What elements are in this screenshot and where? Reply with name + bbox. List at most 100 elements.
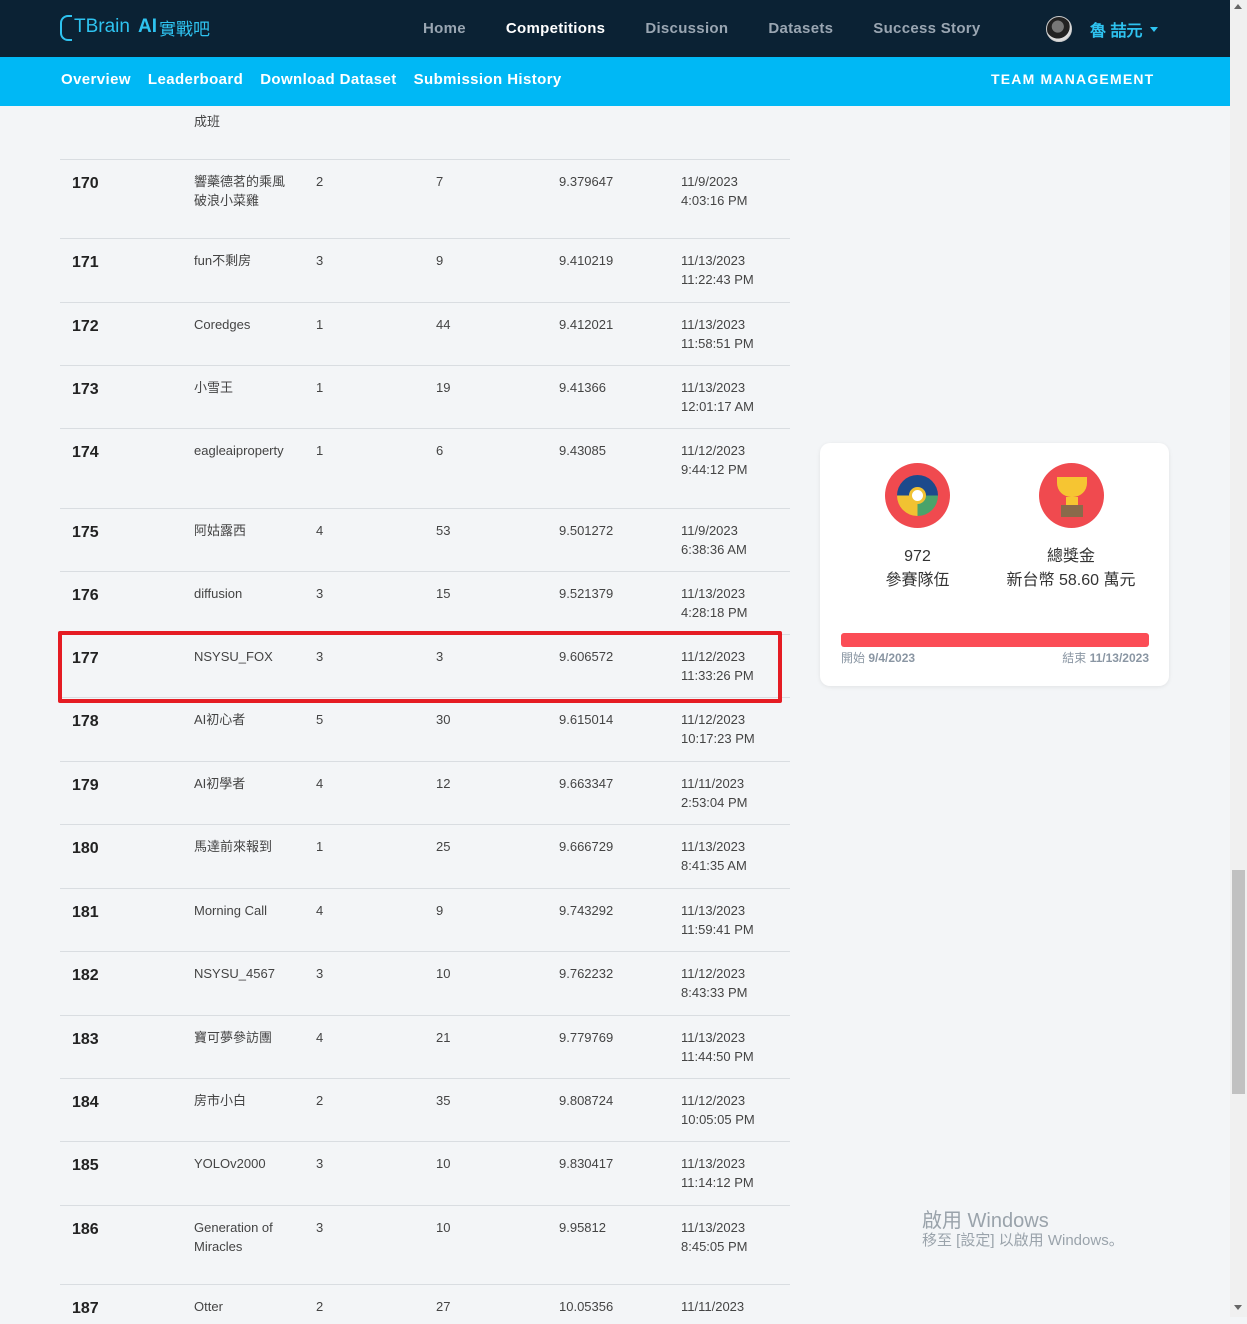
main-nav: Home Competitions Discussion Datasets Su… <box>423 0 1021 57</box>
tab-leaderboard[interactable]: Leaderboard <box>148 71 243 88</box>
score: 9.762232 <box>559 966 614 981</box>
table-row: 182 NSYSU_4567 3 10 9.762232 11/12/2023 … <box>60 951 790 1016</box>
trophy-icon <box>1039 463 1104 528</box>
member-count: 3 <box>316 649 324 664</box>
prize-stat: 總獎金 新台幣 58.60 萬元 <box>1006 545 1136 593</box>
submission-count: 27 <box>436 1299 451 1314</box>
rank: 181 <box>72 904 99 921</box>
submission-count: 6 <box>436 443 444 458</box>
member-count: 5 <box>316 712 324 727</box>
nav-competitions[interactable]: Competitions <box>506 20 605 37</box>
score: 9.501272 <box>559 523 614 538</box>
member-count: 1 <box>316 317 324 332</box>
table-row: 170 響藥德茗的乘風破浪小菜雞 2 7 9.379647 11/9/2023 … <box>60 159 790 239</box>
submission-count: 3 <box>436 649 444 664</box>
tab-download-dataset[interactable]: Download Dataset <box>260 71 396 88</box>
team-name: Otter <box>194 1299 223 1314</box>
logo-mark-icon <box>60 15 72 41</box>
start-date-value: 9/4/2023 <box>868 651 916 665</box>
table-row: 185 YOLOv2000 3 10 9.830417 11/13/2023 1… <box>60 1141 790 1206</box>
submission-count: 19 <box>436 380 451 395</box>
teams-stat: 972 參賽隊伍 <box>865 545 970 593</box>
submission-count: 15 <box>436 586 451 601</box>
tbrain-logo[interactable]: TBrain AI 實戰吧 <box>60 14 210 41</box>
score: 9.830417 <box>559 1156 614 1171</box>
user-name[interactable]: 魯 喆元 <box>1090 17 1142 41</box>
user-menu[interactable]: 魯 喆元 <box>1046 16 1159 42</box>
teams-count: 972 <box>904 548 931 565</box>
member-count: 1 <box>316 443 324 458</box>
member-count: 2 <box>316 1299 324 1314</box>
rank: 170 <box>72 175 99 192</box>
top-navbar: TBrain AI 實戰吧 Home Competitions Discussi… <box>0 0 1230 57</box>
submit-time: 11/13/2023 11:22:43 PM <box>681 253 754 287</box>
team-name: Coredges <box>194 317 251 332</box>
team-name: NSYSU_FOX <box>194 649 273 664</box>
member-count: 3 <box>316 1220 324 1235</box>
tab-overview[interactable]: Overview <box>61 71 131 88</box>
submit-time: 11/13/2023 4:28:18 PM <box>681 586 748 620</box>
member-count: 2 <box>316 174 324 189</box>
rank: 180 <box>72 840 99 857</box>
progress-bar <box>841 633 1149 647</box>
submit-time: 11/12/2023 11:33:26 PM <box>681 649 754 683</box>
team-name: eagleaiproperty <box>194 443 284 458</box>
submission-count: 7 <box>436 174 444 189</box>
scrollbar-thumb[interactable] <box>1232 870 1245 1094</box>
avatar[interactable] <box>1046 16 1072 42</box>
page-scrollbar[interactable] <box>1230 0 1247 1317</box>
nav-success-story[interactable]: Success Story <box>873 20 980 37</box>
submit-time: 11/13/2023 8:45:05 PM <box>681 1220 748 1254</box>
score: 9.615014 <box>559 712 614 727</box>
rank: 185 <box>72 1157 99 1174</box>
submit-time: 11/12/2023 10:17:23 PM <box>681 712 755 746</box>
table-row: 174 eagleaiproperty 1 6 9.43085 11/12/20… <box>60 428 790 509</box>
score: 9.41366 <box>559 380 606 395</box>
submit-time: 11/13/2023 11:44:50 PM <box>681 1030 754 1064</box>
table-row: 187 Otter 2 27 10.05356 11/11/2023 <box>60 1284 790 1324</box>
submit-time: 11/12/2023 9:44:12 PM <box>681 443 748 477</box>
submit-time: 11/13/2023 11:14:12 PM <box>681 1156 754 1190</box>
table-row: 181 Morning Call 4 9 9.743292 11/13/2023… <box>60 888 790 952</box>
nav-discussion[interactable]: Discussion <box>645 20 728 37</box>
team-name: 阿姑露西 <box>194 523 247 538</box>
team-management-link[interactable]: TEAM MANAGEMENT <box>991 71 1154 87</box>
member-count: 1 <box>316 380 324 395</box>
prize-value: 新台幣 58.60 萬元 <box>1006 572 1136 589</box>
submission-count: 9 <box>436 253 444 268</box>
submit-time: 11/12/2023 10:05:05 PM <box>681 1093 755 1127</box>
start-date: 開始 9/4/2023 <box>841 649 915 666</box>
tab-submission-history[interactable]: Submission History <box>414 71 562 88</box>
submit-time: 11/11/2023 2:53:04 PM <box>681 776 748 810</box>
rank: 171 <box>72 254 99 271</box>
teams-label: 參賽隊伍 <box>885 572 950 589</box>
member-count: 2 <box>316 1093 324 1108</box>
table-row: 184 房市小白 2 35 9.808724 11/12/2023 10:05:… <box>60 1078 790 1142</box>
rank: 172 <box>72 318 99 335</box>
submission-count: 44 <box>436 317 451 332</box>
scroll-up-icon[interactable] <box>1234 4 1242 9</box>
team-name: 房市小白 <box>194 1093 247 1108</box>
end-date-value: 11/13/2023 <box>1089 651 1149 665</box>
score: 9.808724 <box>559 1093 614 1108</box>
table-row: 175 阿姑露西 4 53 9.501272 11/9/2023 6:38:36… <box>60 508 790 572</box>
table-row: 171 fun不剩房 3 9 9.410219 11/13/2023 11:22… <box>60 238 790 303</box>
nav-datasets[interactable]: Datasets <box>768 20 833 37</box>
score: 9.666729 <box>559 839 614 854</box>
rank: 178 <box>72 713 99 730</box>
submission-count: 30 <box>436 712 451 727</box>
score: 9.779769 <box>559 1030 614 1045</box>
member-count: 3 <box>316 966 324 981</box>
score: 9.606572 <box>559 649 614 664</box>
score: 10.05356 <box>559 1299 614 1314</box>
scroll-down-icon[interactable] <box>1234 1305 1242 1310</box>
rank: 175 <box>72 524 99 541</box>
submission-count: 9 <box>436 903 444 918</box>
team-name: Morning Call <box>194 903 267 918</box>
chevron-down-icon[interactable] <box>1150 26 1159 32</box>
nav-home[interactable]: Home <box>423 20 466 37</box>
submit-time: 11/9/2023 4:03:16 PM <box>681 174 748 208</box>
table-row: 180 馬達前來報到 1 25 9.666729 11/13/2023 8:41… <box>60 824 790 889</box>
rank: 177 <box>72 650 99 667</box>
team-name: AI初心者 <box>194 712 246 727</box>
